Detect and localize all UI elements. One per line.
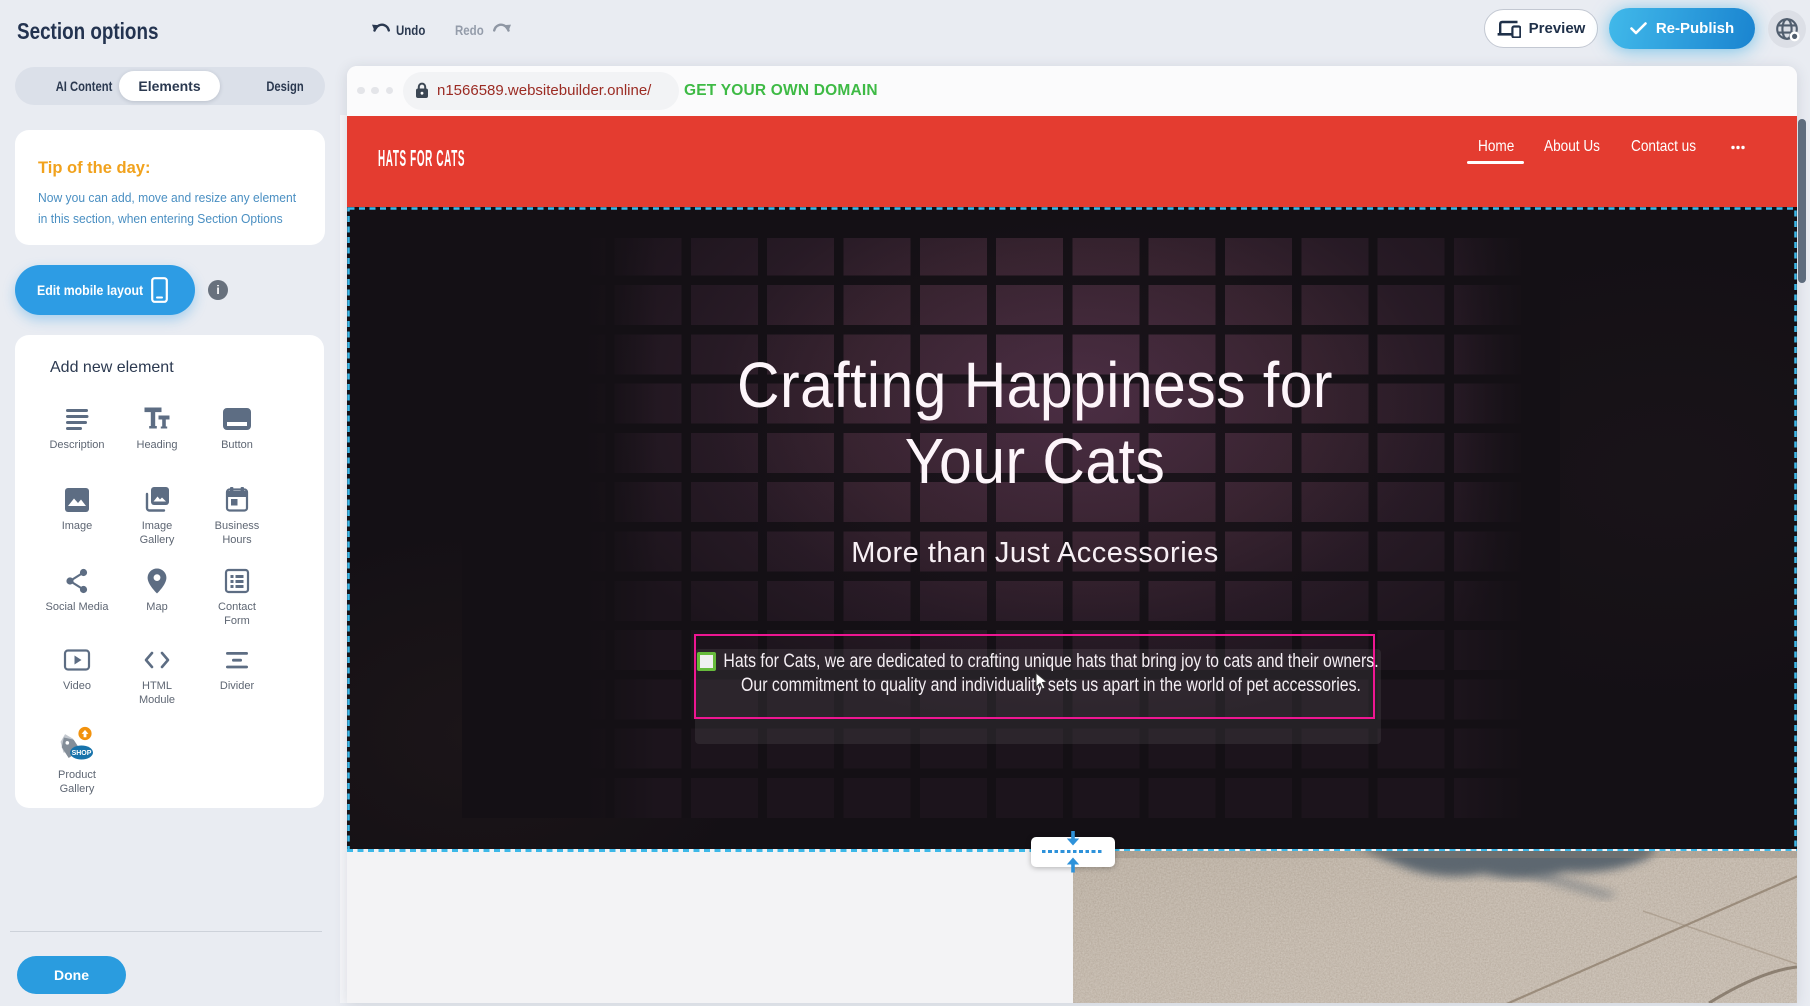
svg-text:SHOP: SHOP xyxy=(72,750,92,757)
